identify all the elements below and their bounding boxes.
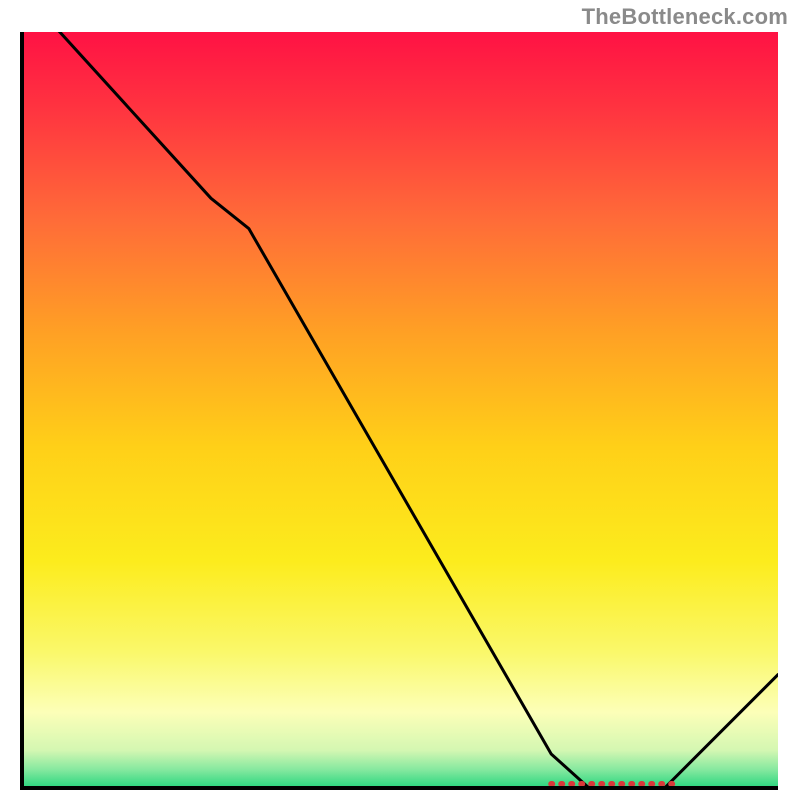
chart-svg	[20, 30, 780, 790]
chart-background	[22, 32, 778, 788]
watermark-text: TheBottleneck.com	[582, 4, 788, 30]
chart-container: TheBottleneck.com	[0, 0, 800, 800]
plot-area	[20, 30, 780, 790]
